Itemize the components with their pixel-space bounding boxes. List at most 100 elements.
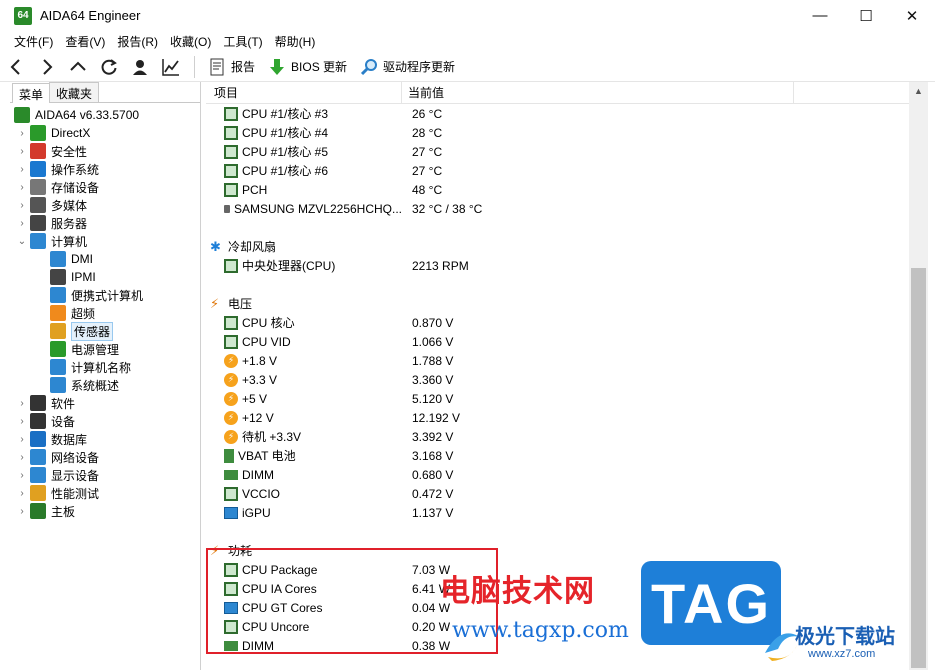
tree-subitem[interactable]: 计算机名称 — [10, 358, 200, 376]
tree-item[interactable]: › 性能测试 — [10, 484, 200, 502]
tree-item[interactable]: › 操作系统 — [10, 160, 200, 178]
tree-item[interactable]: ⌄ 计算机 — [10, 232, 200, 250]
tree-subitem[interactable]: 电源管理 — [10, 340, 200, 358]
sensor-row[interactable]: VCCIO 0.472 V — [206, 484, 909, 503]
chevron-right-icon[interactable]: › — [16, 163, 28, 175]
tree-subitem[interactable]: 传感器 — [10, 321, 200, 341]
tree-item[interactable]: › 服务器 — [10, 214, 200, 232]
close-button[interactable]: ✕ — [889, 0, 935, 31]
column-item-header[interactable]: 项目 — [206, 81, 402, 104]
sensor-row[interactable]: ⚡ +12 V 12.192 V — [206, 408, 909, 427]
tree-item[interactable]: › 安全性 — [10, 142, 200, 160]
sensor-row[interactable]: PCH 48 °C — [206, 180, 909, 199]
database-icon — [30, 431, 46, 447]
chart-button[interactable] — [155, 53, 186, 81]
tree-root[interactable]: AIDA64 v6.33.5700 — [10, 106, 200, 124]
chevron-right-icon[interactable]: › — [16, 397, 28, 409]
driver-update-button[interactable]: 驱动程序更新 — [353, 53, 461, 81]
bios-update-button[interactable]: BIOS 更新 — [261, 53, 353, 81]
report-label: 报告 — [231, 60, 256, 74]
back-button[interactable] — [0, 53, 31, 81]
tree-item[interactable]: › 主板 — [10, 502, 200, 520]
sensor-row[interactable]: DIMM 0.680 V — [206, 465, 909, 484]
tree-subitem[interactable]: 便携式计算机 — [10, 286, 200, 304]
tree-item[interactable]: › 设备 — [10, 412, 200, 430]
chevron-right-icon[interactable]: › — [16, 145, 28, 157]
user-button[interactable] — [124, 53, 155, 81]
section-header[interactable]: ⚡ 功耗 — [206, 541, 909, 560]
section-header[interactable]: ⚡ 电压 — [206, 294, 909, 313]
sensor-row[interactable]: CPU #1/核心 #5 27 °C — [206, 142, 909, 161]
column-value-header[interactable]: 当前值 — [402, 81, 794, 104]
chevron-right-icon[interactable]: › — [16, 415, 28, 427]
chevron-right-icon[interactable]: › — [16, 487, 28, 499]
tree-item[interactable]: › DirectX — [10, 124, 200, 142]
minimize-button[interactable]: — — [797, 0, 843, 31]
tree-subitem[interactable]: IPMI — [10, 268, 200, 286]
section-title: 功耗 — [228, 544, 253, 558]
tree-subitem[interactable]: 系统概述 — [10, 376, 200, 394]
menu-item[interactable]: 查看(V) — [59, 33, 111, 50]
menu-item[interactable]: 工具(T) — [217, 33, 268, 50]
app-icon: 64 — [14, 6, 32, 25]
up-button[interactable] — [62, 53, 93, 81]
chevron-right-icon[interactable]: › — [16, 127, 28, 139]
tree-subitem[interactable]: DMI — [10, 250, 200, 268]
sensor-value: 1.066 V — [412, 334, 454, 349]
sensor-row[interactable]: CPU #1/核心 #4 28 °C — [206, 123, 909, 142]
sensor-row[interactable]: iGPU 1.137 V — [206, 503, 909, 522]
chevron-down-icon[interactable]: ⌄ — [16, 235, 28, 247]
menu-item[interactable]: 报告(R) — [111, 33, 164, 50]
tab-favorites[interactable]: 收藏夹 — [49, 82, 100, 102]
chip-icon — [224, 334, 238, 349]
section-header[interactable]: ✱ 冷却风扇 — [206, 237, 909, 256]
chevron-right-icon[interactable]: › — [16, 469, 28, 481]
tree-item[interactable]: › 存储设备 — [10, 178, 200, 196]
scrollbar-thumb[interactable] — [911, 268, 926, 668]
sensor-row[interactable]: ⚡ 待机 +3.3V 3.392 V — [206, 427, 909, 446]
sensor-row[interactable]: VBAT 电池 3.168 V — [206, 446, 909, 465]
tree-item[interactable]: › 显示设备 — [10, 466, 200, 484]
sensor-name: 中央处理器(CPU) — [206, 257, 402, 274]
scroll-up-icon[interactable]: ▲ — [909, 82, 928, 99]
tree-item[interactable]: › 数据库 — [10, 430, 200, 448]
sensor-row[interactable]: CPU 核心 0.870 V — [206, 313, 909, 332]
fan-icon: ✱ — [210, 238, 221, 254]
chevron-right-icon[interactable]: › — [16, 451, 28, 463]
sensor-name: CPU Uncore — [206, 619, 402, 634]
computer-icon — [30, 233, 46, 249]
sensor-row[interactable]: CPU #1/核心 #6 27 °C — [206, 161, 909, 180]
sensor-row[interactable]: SAMSUNG MZVL2256HCHQ... 32 °C / 38 °C — [206, 199, 909, 218]
menu-item[interactable]: 文件(F) — [8, 33, 59, 50]
sensor-value: 28 °C — [412, 125, 443, 140]
menu-item[interactable]: 帮助(H) — [269, 33, 322, 50]
sensor-row[interactable]: 中央处理器(CPU) 2213 RPM — [206, 256, 909, 275]
bolt-icon: ⚡ — [224, 391, 238, 406]
document-icon — [210, 58, 224, 75]
maximize-button[interactable]: ☐ — [843, 0, 889, 31]
vertical-scrollbar[interactable]: ▲ — [909, 82, 928, 670]
refresh-button[interactable] — [93, 53, 124, 81]
sensor-row[interactable]: CPU #1/核心 #3 26 °C — [206, 104, 909, 123]
chevron-right-icon[interactable]: › — [16, 199, 28, 211]
tree-item[interactable]: › 软件 — [10, 394, 200, 412]
report-button[interactable]: 报告 — [201, 53, 261, 81]
sensor-row[interactable]: ⚡ +3.3 V 3.360 V — [206, 370, 909, 389]
tree-item[interactable]: › 网络设备 — [10, 448, 200, 466]
chevron-right-icon[interactable]: › — [16, 181, 28, 193]
memory-icon — [224, 640, 238, 651]
chevron-right-icon[interactable]: › — [16, 217, 28, 229]
sensor-row[interactable]: CPU VID 1.066 V — [206, 332, 909, 351]
tab-menu[interactable]: 菜单 — [12, 83, 51, 103]
tree-item-label: IPMI — [71, 270, 96, 284]
tree-item[interactable]: › 多媒体 — [10, 196, 200, 214]
server-icon — [50, 269, 66, 285]
chevron-right-icon[interactable]: › — [16, 505, 28, 517]
forward-button[interactable] — [31, 53, 62, 81]
chevron-right-icon[interactable]: › — [16, 433, 28, 445]
sensor-row[interactable]: ⚡ +1.8 V 1.788 V — [206, 351, 909, 370]
chip-icon — [224, 163, 238, 178]
tree-subitem[interactable]: 超频 — [10, 304, 200, 322]
menu-item[interactable]: 收藏(O) — [164, 33, 217, 50]
sensor-row[interactable]: ⚡ +5 V 5.120 V — [206, 389, 909, 408]
